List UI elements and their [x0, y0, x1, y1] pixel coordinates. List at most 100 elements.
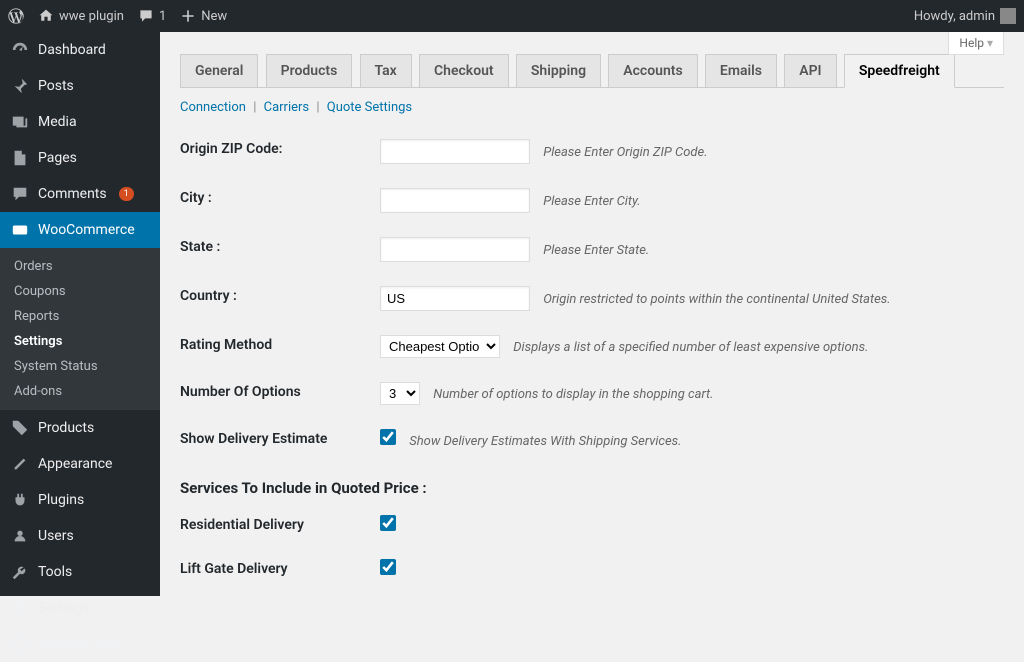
sidebar-item-media[interactable]: Media: [0, 104, 160, 140]
label-city: City :: [180, 176, 380, 225]
checkbox-liftgate[interactable]: [380, 559, 396, 575]
tab-tax[interactable]: Tax: [360, 54, 412, 87]
sidebar-item-label: Appearance: [38, 456, 112, 472]
label-rating-method: Rating Method: [180, 323, 380, 370]
label-liftgate: Lift Gate Delivery: [180, 547, 380, 591]
sidebar-item-label: Tools: [38, 564, 72, 580]
tab-checkout[interactable]: Checkout: [419, 54, 509, 87]
sidebar-item-label: WooCommerce: [38, 222, 135, 238]
sidebar-item-products[interactable]: Products: [0, 410, 160, 446]
plugins-icon: [10, 490, 30, 510]
sub-tabs: Connection | Carriers | Quote Settings: [180, 100, 1004, 115]
appearance-icon: [10, 454, 30, 474]
tab-accounts[interactable]: Accounts: [608, 54, 697, 87]
input-origin-zip[interactable]: [380, 139, 530, 164]
plus-icon: [180, 8, 196, 24]
checkbox-residential[interactable]: [380, 515, 396, 531]
pin-icon: [10, 76, 30, 96]
input-country[interactable]: [380, 286, 530, 311]
separator: |: [253, 100, 256, 115]
sidebar-item-woocommerce[interactable]: WooCommerce: [0, 212, 160, 248]
tab-shipping[interactable]: Shipping: [516, 54, 601, 87]
sub-item-system-status[interactable]: System Status: [0, 354, 160, 379]
select-rating-method[interactable]: Cheapest Options: [380, 335, 500, 358]
label-country: Country :: [180, 274, 380, 323]
collapse-menu[interactable]: Collapse menu: [0, 626, 160, 662]
sub-item-addons[interactable]: Add-ons: [0, 379, 160, 404]
tools-icon: [10, 562, 30, 582]
howdy-text: Howdy, admin: [914, 9, 995, 24]
sidebar-item-label: Dashboard: [38, 42, 106, 58]
input-city[interactable]: [380, 188, 530, 213]
sidebar-item-settings[interactable]: Settings: [0, 590, 160, 626]
section-services-heading: Services To Include in Quoted Price :: [180, 479, 1004, 497]
dashboard-icon: [10, 40, 30, 60]
sub-item-coupons[interactable]: Coupons: [0, 279, 160, 304]
tab-general[interactable]: General: [180, 54, 258, 87]
separator: |: [316, 100, 319, 115]
label-residential: Residential Delivery: [180, 503, 380, 547]
subtab-quote-settings[interactable]: Quote Settings: [327, 100, 412, 115]
wordpress-icon: [8, 8, 24, 24]
products-icon: [10, 418, 30, 438]
admin-menu: Dashboard Posts Media Pages Comments 1 W…: [0, 32, 160, 596]
tab-speedfreight[interactable]: Speedfreight: [844, 54, 955, 88]
new-content[interactable]: New: [180, 8, 227, 24]
sidebar-item-plugins[interactable]: Plugins: [0, 482, 160, 518]
label-origin-zip: Origin ZIP Code:: [180, 127, 380, 176]
hint-city: Please Enter City.: [543, 194, 640, 209]
site-name: wwe plugin: [59, 9, 124, 24]
comment-icon: [138, 8, 154, 24]
hint-rating-method: Displays a list of a specified number of…: [513, 340, 868, 355]
label-show-delivery: Show Delivery Estimate: [180, 417, 380, 461]
howdy-account[interactable]: Howdy, admin: [914, 8, 1016, 24]
sub-item-orders[interactable]: Orders: [0, 254, 160, 279]
sidebar-item-label: Posts: [38, 78, 74, 94]
sidebar-item-label: Users: [38, 528, 74, 544]
help-tab[interactable]: Help: [948, 32, 1004, 55]
hint-origin-zip: Please Enter Origin ZIP Code.: [543, 145, 707, 160]
comments-bubble[interactable]: 1: [138, 8, 166, 24]
sidebar-item-tools[interactable]: Tools: [0, 554, 160, 590]
label-state: State :: [180, 225, 380, 274]
sidebar-item-label: Comments: [38, 186, 107, 202]
sidebar-item-label: Plugins: [38, 492, 84, 508]
tab-products[interactable]: Products: [266, 54, 353, 87]
sidebar-item-label: Media: [38, 114, 77, 130]
select-num-options[interactable]: 3: [380, 382, 420, 405]
settings-form: Origin ZIP Code: Please Enter Origin ZIP…: [180, 127, 1004, 461]
collapse-icon: [10, 634, 30, 654]
sidebar-item-users[interactable]: Users: [0, 518, 160, 554]
pages-icon: [10, 148, 30, 168]
subtab-connection[interactable]: Connection: [180, 100, 246, 115]
comment-count: 1: [159, 9, 166, 24]
users-icon: [10, 526, 30, 546]
wp-logo[interactable]: [8, 8, 24, 24]
new-label: New: [201, 9, 227, 24]
sidebar-item-label: Settings: [38, 600, 89, 616]
comments-badge: 1: [119, 187, 134, 201]
settings-icon: [10, 598, 30, 618]
tab-emails[interactable]: Emails: [705, 54, 777, 87]
hint-num-options: Number of options to display in the shop…: [433, 387, 713, 402]
sidebar-item-dashboard[interactable]: Dashboard: [0, 32, 160, 68]
sidebar-item-appearance[interactable]: Appearance: [0, 446, 160, 482]
avatar: [1000, 8, 1016, 24]
checkbox-show-delivery[interactable]: [380, 429, 396, 445]
tab-api[interactable]: API: [784, 54, 836, 87]
sidebar-item-posts[interactable]: Posts: [0, 68, 160, 104]
sidebar-item-comments[interactable]: Comments 1: [0, 176, 160, 212]
hint-state: Please Enter State.: [543, 243, 649, 258]
label-num-options: Number Of Options: [180, 370, 380, 417]
woocommerce-submenu: Orders Coupons Reports Settings System S…: [0, 248, 160, 410]
services-form: Residential Delivery Lift Gate Delivery: [180, 503, 1004, 591]
subtab-carriers[interactable]: Carriers: [264, 100, 310, 115]
content-area: Help General Products Tax Checkout Shipp…: [160, 32, 1024, 596]
input-state[interactable]: [380, 237, 530, 262]
sub-item-settings[interactable]: Settings: [0, 329, 160, 354]
sidebar-item-pages[interactable]: Pages: [0, 140, 160, 176]
comment-icon: [10, 184, 30, 204]
hint-show-delivery: Show Delivery Estimates With Shipping Se…: [409, 434, 681, 449]
sub-item-reports[interactable]: Reports: [0, 304, 160, 329]
site-name-link[interactable]: wwe plugin: [38, 8, 124, 24]
